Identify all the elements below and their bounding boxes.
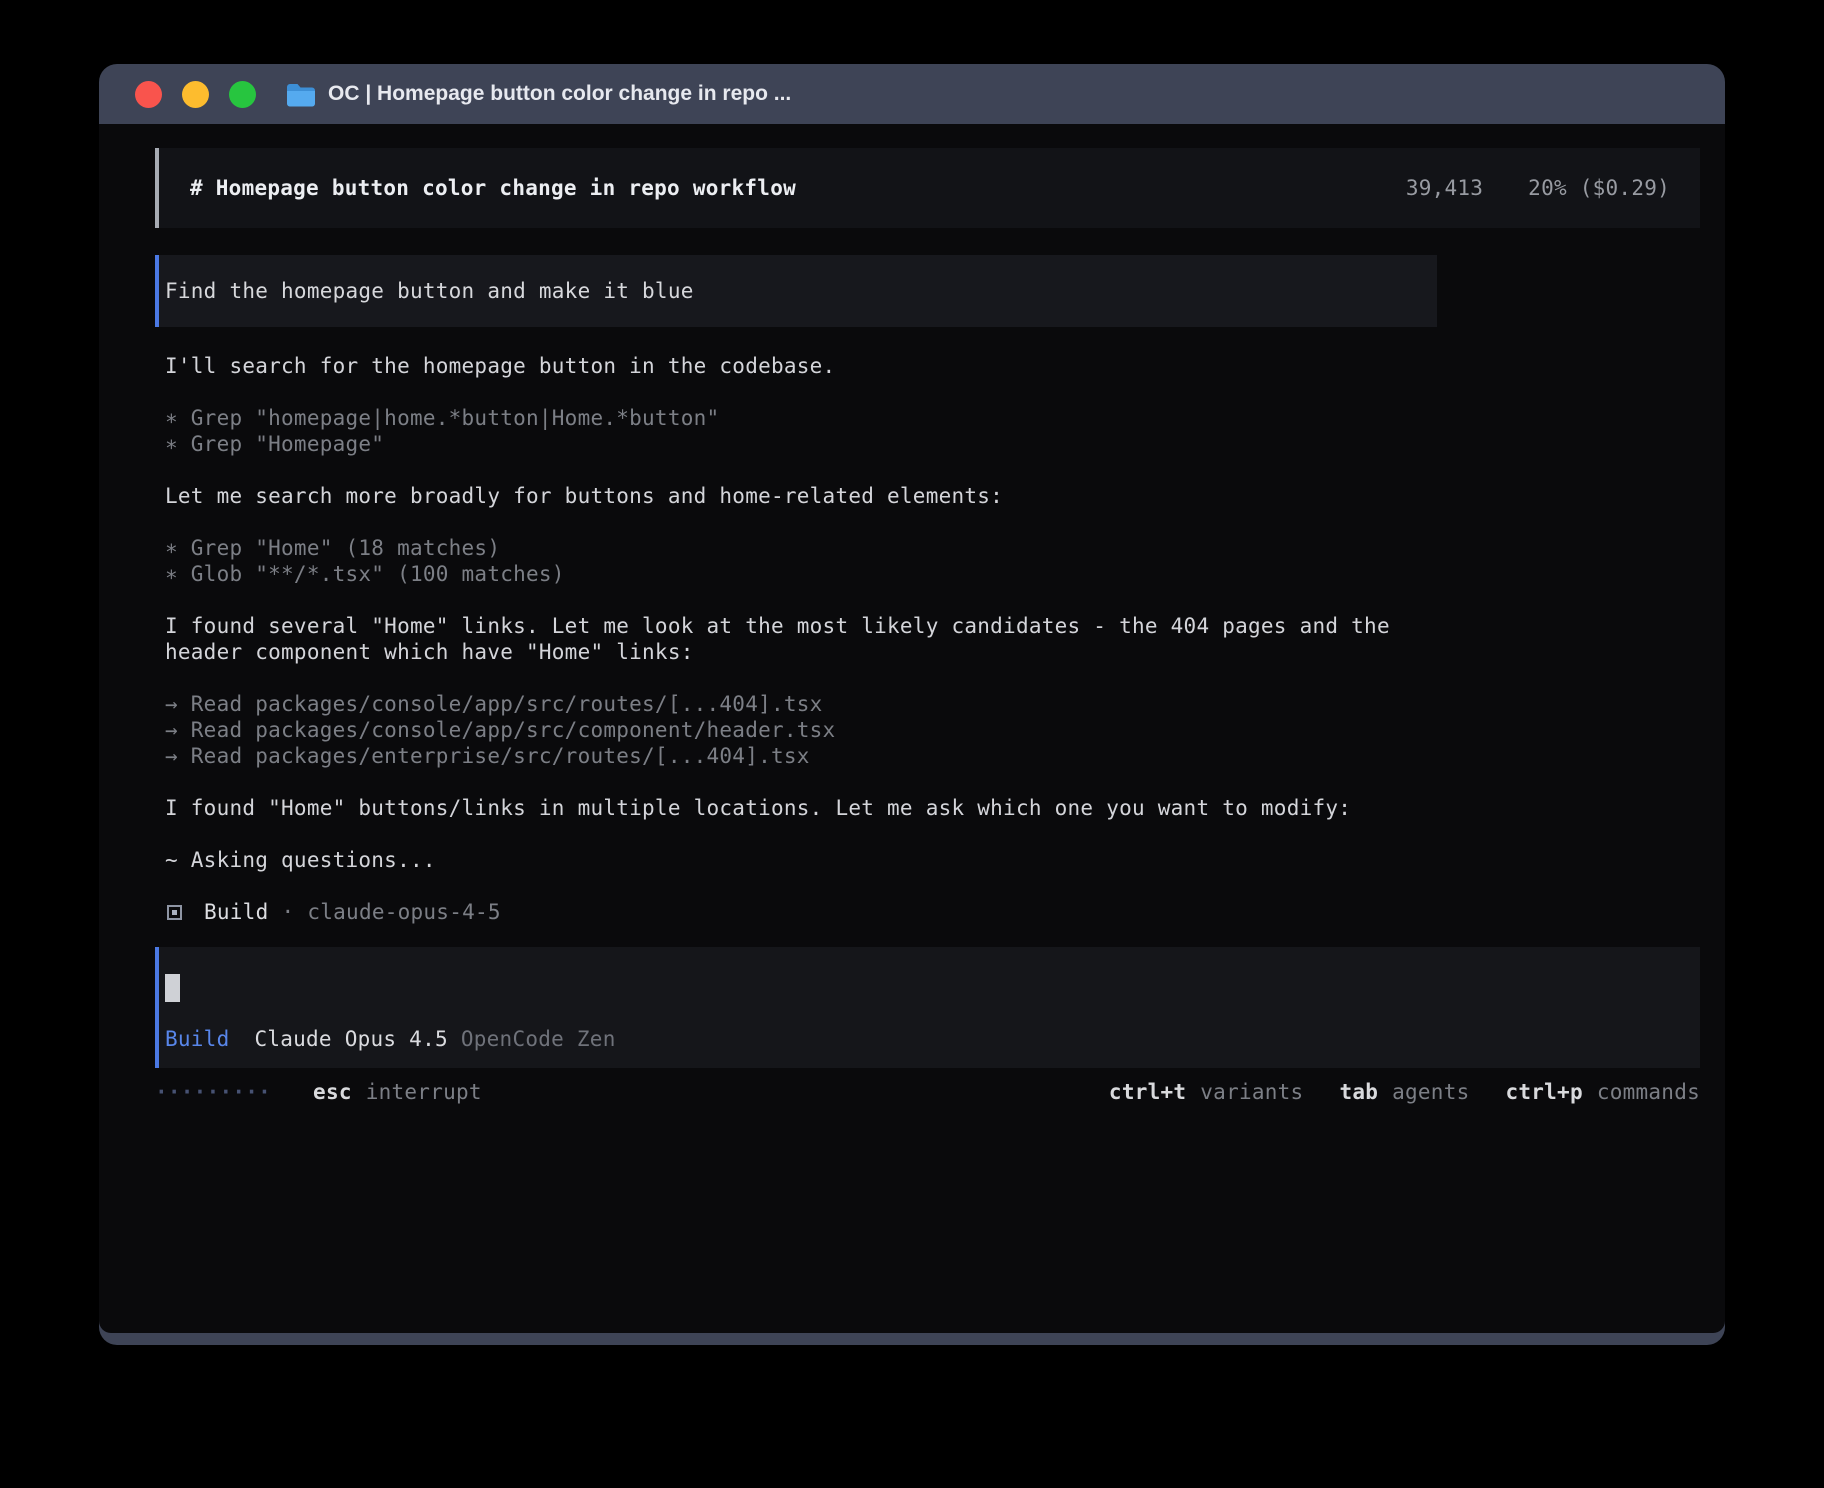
session-stats: 39,413 20% ($0.29) [1406, 175, 1670, 201]
agent-attribution: Build · claude-opus-4-5 [167, 899, 1437, 925]
keybind-label: commands [1597, 1079, 1700, 1105]
tool-call-read: → Read packages/console/app/src/routes/[… [165, 691, 1437, 717]
window-titlebar: OC | Homepage button color change in rep… [99, 64, 1725, 124]
traffic-lights [135, 81, 256, 108]
agent-name: Build [204, 899, 268, 925]
token-count: 39,413 [1406, 175, 1483, 201]
keybind-commands: ctrl+p commands [1505, 1079, 1700, 1105]
minimize-button[interactable] [182, 81, 209, 108]
keybind-agents: tab agents [1339, 1079, 1469, 1105]
tool-call-grep: ∗ Grep "Homepage" [165, 431, 1437, 457]
assistant-text: Let me search more broadly for buttons a… [165, 483, 1437, 509]
agent-separator: · [281, 899, 294, 925]
tool-call-group: ∗ Grep "Home" (18 matches) ∗ Glob "**/*.… [165, 535, 1437, 587]
status-bar: ········· esc interrupt ctrl+t variants … [155, 1078, 1700, 1106]
context-usage: 20% ($0.29) [1528, 175, 1670, 201]
keybind-esc: esc [313, 1079, 352, 1105]
model-provider: OpenCode Zen [461, 1026, 616, 1052]
text-cursor [165, 974, 180, 1002]
terminal-content: # Homepage button color change in repo w… [99, 124, 1725, 1333]
assistant-text: I found several "Home" links. Let me loo… [165, 613, 1437, 665]
keybind-hints: ctrl+t variants tab agents ctrl+p comman… [1109, 1079, 1700, 1105]
terminal-window: OC | Homepage button color change in rep… [99, 64, 1725, 1345]
agent-mode-label: Build [165, 1026, 229, 1052]
keybind-label: variants [1200, 1079, 1303, 1105]
model-status-line: Build Claude Opus 4.5 OpenCode Zen [165, 1026, 1700, 1052]
tool-call-grep: ∗ Grep "Home" (18 matches) [165, 535, 1437, 561]
working-status: ~ Asking questions... [165, 847, 1437, 873]
assistant-text: I found "Home" buttons/links in multiple… [165, 795, 1437, 821]
tool-call-read: → Read packages/console/app/src/componen… [165, 717, 1437, 743]
model-name: Claude Opus 4.5 [254, 1026, 447, 1052]
prompt-input[interactable]: Build Claude Opus 4.5 OpenCode Zen [155, 947, 1700, 1068]
agent-model: claude-opus-4-5 [307, 899, 500, 925]
session-header: # Homepage button color change in repo w… [155, 148, 1700, 228]
tool-call-group: ∗ Grep "homepage|home.*button|Home.*butt… [165, 405, 1437, 457]
assistant-text: I'll search for the homepage button in t… [165, 353, 1437, 379]
keybind-key: ctrl+p [1505, 1079, 1582, 1105]
keybind-key: ctrl+t [1109, 1079, 1186, 1105]
keybind-esc-label: interrupt [366, 1079, 482, 1105]
tool-call-glob: ∗ Glob "**/*.tsx" (100 matches) [165, 561, 1437, 587]
session-title: # Homepage button color change in repo w… [190, 175, 796, 201]
tool-call-grep: ∗ Grep "homepage|home.*button|Home.*butt… [165, 405, 1437, 431]
folder-icon [286, 82, 316, 107]
tool-call-group: → Read packages/console/app/src/routes/[… [165, 691, 1437, 769]
agent-icon [167, 905, 182, 920]
user-message-text: Find the homepage button and make it blu… [165, 278, 694, 304]
keybind-key: tab [1339, 1079, 1378, 1105]
zoom-button[interactable] [229, 81, 256, 108]
window-title: OC | Homepage button color change in rep… [328, 82, 791, 106]
keybind-label: agents [1392, 1079, 1469, 1105]
tool-call-read: → Read packages/enterprise/src/routes/[.… [165, 743, 1437, 769]
close-button[interactable] [135, 81, 162, 108]
keybind-variants: ctrl+t variants [1109, 1079, 1304, 1105]
progress-dots: ········· [155, 1079, 271, 1105]
user-message: Find the homepage button and make it blu… [155, 255, 1437, 327]
